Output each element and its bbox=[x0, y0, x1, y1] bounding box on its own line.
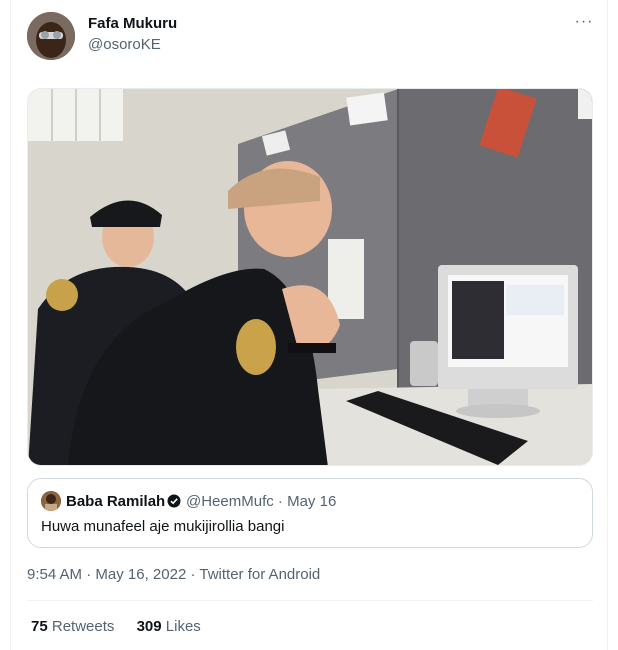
quoted-tweet[interactable]: Baba Ramilah @HeemMufc · May 16 Huwa mun… bbox=[27, 478, 593, 548]
quoted-tweet-text: Huwa munafeel aje mukijirollia bangi bbox=[41, 518, 285, 535]
retweets-stat[interactable]: 75 Retweets bbox=[31, 618, 114, 635]
author-handle[interactable]: @osoroKE bbox=[88, 36, 161, 53]
tweet-source[interactable]: Twitter for Android bbox=[199, 566, 320, 583]
tweet-time[interactable]: 9:54 AM bbox=[27, 566, 82, 583]
divider bbox=[27, 600, 593, 601]
likes-label: Likes bbox=[165, 618, 201, 635]
quoted-author-avatar bbox=[41, 491, 61, 511]
quoted-separator: · bbox=[277, 493, 283, 510]
quoted-author-handle-date: @HeemMufc · May 16 bbox=[186, 493, 336, 510]
tweet-meta: 9:54 AM · May 16, 2022 · Twitter for And… bbox=[27, 566, 320, 583]
quoted-date: May 16 bbox=[287, 493, 337, 510]
quoted-handle: @HeemMufc bbox=[186, 493, 274, 510]
verified-badge-icon bbox=[167, 494, 181, 508]
more-horizontal-icon[interactable]: ··· bbox=[571, 14, 597, 34]
meta-separator: · bbox=[190, 566, 196, 583]
author-avatar[interactable] bbox=[27, 12, 75, 60]
tweet-date[interactable]: May 16, 2022 bbox=[95, 566, 186, 583]
tweet-photo[interactable] bbox=[27, 88, 593, 466]
tweet-stats: 75 Retweets 309 Likes bbox=[31, 618, 219, 635]
quoted-author-name: Baba Ramilah bbox=[66, 493, 166, 510]
author-name[interactable]: Fafa Mukuru bbox=[88, 15, 177, 32]
likes-count: 309 bbox=[136, 618, 162, 635]
retweets-count: 75 bbox=[31, 618, 48, 635]
likes-stat[interactable]: 309 Likes bbox=[137, 618, 201, 635]
retweets-label: Retweets bbox=[51, 618, 115, 635]
meta-separator: · bbox=[86, 566, 92, 583]
